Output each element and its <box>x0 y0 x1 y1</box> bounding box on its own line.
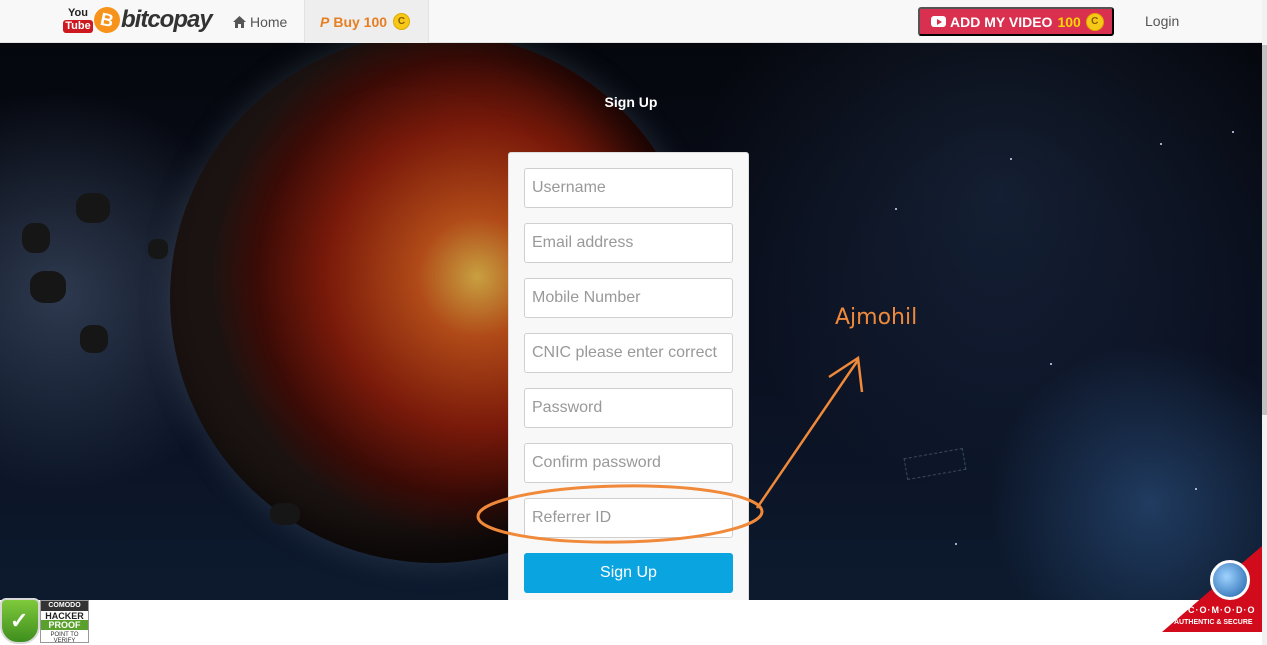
shield-icon: ✓ <box>0 598 40 644</box>
page-scrollbar[interactable] <box>1262 0 1267 645</box>
login-link[interactable]: Login <box>1145 13 1179 29</box>
comodo-seal-name: C·O·M·O·D·O <box>1188 605 1256 615</box>
check-icon: ✓ <box>10 608 29 633</box>
star <box>895 208 897 210</box>
annotation-text: Ajmohil <box>835 305 918 330</box>
referrer-id-input[interactable] <box>524 498 733 538</box>
hero-section: Sign Up Sign Up <box>0 43 1262 600</box>
youtube-tube-text: Tube <box>63 19 93 33</box>
add-video-label: ADD MY VIDEO <box>950 13 1053 30</box>
nav-home-label: Home <box>250 13 288 30</box>
brand-logo[interactable]: You Tube B bitcopay <box>63 2 213 38</box>
add-video-amount: 100 <box>1057 13 1081 30</box>
star <box>1160 143 1162 145</box>
signup-button[interactable]: Sign Up <box>524 553 733 593</box>
signup-form: Sign Up <box>508 152 749 600</box>
asteroid-rock <box>270 503 300 525</box>
youtube-logo-icon: You Tube <box>63 3 93 37</box>
nav-buy-link[interactable]: P Buy 100 C <box>304 0 429 43</box>
star <box>1010 158 1012 160</box>
hacker-proof-verify: POINT TO VERIFY <box>50 632 79 644</box>
asteroid-rock <box>22 223 50 253</box>
star <box>955 543 957 545</box>
comodo-seal-tagline: AUTHENTIC & SECURE <box>1174 619 1253 626</box>
cnic-input[interactable] <box>524 333 733 373</box>
space-station-graphic <box>903 447 967 481</box>
hacker-proof-proof: PROOF <box>41 620 88 630</box>
scrollbar-thumb[interactable] <box>1262 45 1267 415</box>
asteroid-rock <box>148 239 168 259</box>
navbar: You Tube B bitcopay Home P Buy 100 C ADD… <box>0 0 1262 43</box>
coin-p-icon: P <box>320 13 330 30</box>
nav-buy-label: Buy 100 <box>333 13 388 30</box>
coin-icon: C <box>1085 12 1104 31</box>
bitcoin-icon: B <box>91 4 123 36</box>
email-input[interactable] <box>524 223 733 263</box>
password-input[interactable] <box>524 388 733 428</box>
add-my-video-button[interactable]: ADD MY VIDEO 100 C <box>918 7 1114 36</box>
youtube-play-icon <box>931 16 946 27</box>
asteroid-rock <box>76 193 110 223</box>
star <box>1050 363 1052 365</box>
home-icon <box>233 15 246 28</box>
page-title: Sign Up <box>604 94 658 110</box>
brand-name: bitcopay <box>121 6 213 33</box>
hacker-proof-label-box: COMODO HACKER PROOF POINT TO VERIFY <box>40 600 89 644</box>
star <box>1232 131 1234 133</box>
confirm-password-input[interactable] <box>524 443 733 483</box>
youtube-you-text: You <box>68 6 88 19</box>
star <box>1195 488 1197 490</box>
nav-home-link[interactable]: Home <box>222 0 304 43</box>
asteroid-rock <box>80 325 108 353</box>
asteroid-rock <box>30 271 66 303</box>
padlock-icon <box>1210 560 1250 600</box>
hacker-proof-badge[interactable]: ✓ COMODO HACKER PROOF POINT TO VERIFY <box>0 598 90 645</box>
comodo-secure-seal[interactable]: C·O·M·O·D·O AUTHENTIC & SECURE <box>1162 546 1262 632</box>
page: You Tube B bitcopay Home P Buy 100 C ADD… <box>0 0 1267 645</box>
coin-icon: C <box>393 13 411 30</box>
username-input[interactable] <box>524 168 733 208</box>
mobile-input[interactable] <box>524 278 733 318</box>
hacker-proof-brand: COMODO <box>41 601 88 611</box>
